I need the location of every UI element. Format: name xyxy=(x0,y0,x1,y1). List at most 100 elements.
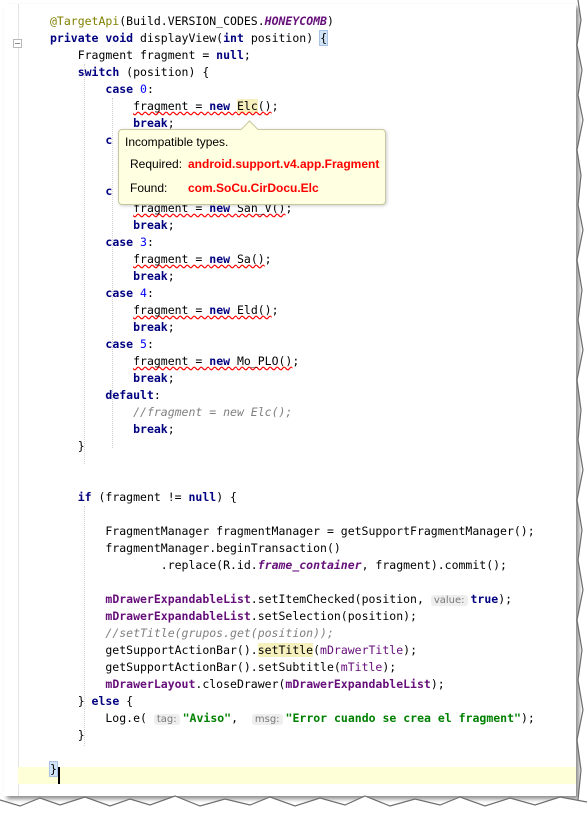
code-token: } xyxy=(49,761,58,777)
code-line[interactable]: case 0: xyxy=(50,81,154,98)
code-line[interactable]: break; xyxy=(50,268,175,285)
code-line[interactable]: switch (position) { xyxy=(50,64,210,81)
code-line[interactable]: } xyxy=(50,727,85,744)
code-token: Mo_PLO() xyxy=(236,354,293,368)
code-token: Sa() xyxy=(236,252,265,266)
code-line[interactable]: getSupportActionBar().setTitle(mDrawerTi… xyxy=(50,642,417,659)
code-line[interactable]: //fragment = new Elc(); xyxy=(50,404,292,421)
code-token: //setTitle(grupos.get(position)); xyxy=(105,626,334,640)
code-line[interactable]: fragment = new Sa(); xyxy=(50,251,272,268)
code-line[interactable]: case 4: xyxy=(50,285,154,302)
code-token: case xyxy=(105,337,141,351)
code-token: Fragment fragment = xyxy=(50,48,217,62)
code-token: ; xyxy=(167,371,175,385)
code-line[interactable]: //setTitle(grupos.get(position)); xyxy=(50,625,334,642)
code-token: if xyxy=(77,490,99,504)
code-token: .setItemChecked(position, xyxy=(250,592,431,606)
code-token: break xyxy=(133,320,168,334)
code-line[interactable]: mDrawerLayout.closeDrawer(mDrawerExpanda… xyxy=(50,676,445,693)
code-token: : xyxy=(146,235,154,249)
code-line[interactable]: .replace(R.id.frame_container, fragment)… xyxy=(50,557,507,574)
code-token: ; xyxy=(167,422,175,436)
code-line[interactable]: break; xyxy=(50,421,175,438)
code-token: (Build.VERSION_CODES. xyxy=(119,14,265,28)
code-token: : xyxy=(146,337,154,351)
code-line[interactable]: Log.e( tag: "Aviso", msg: "Error cuando se… xyxy=(50,710,535,727)
code-token: break xyxy=(133,269,168,283)
code-token: true xyxy=(470,592,499,606)
code-token: (fragment != xyxy=(98,490,189,504)
code-token: ); xyxy=(430,677,445,691)
code-line[interactable]: fragment = new Mo_PLO(); xyxy=(50,353,299,370)
code-token: new xyxy=(209,99,237,113)
found-type: com.SoCu.CirDocu.Elc xyxy=(188,181,319,195)
code-line[interactable]: case 5: xyxy=(50,336,154,353)
code-line[interactable]: c xyxy=(50,183,112,200)
code-token: mTitle xyxy=(340,660,383,674)
code-token: int xyxy=(223,31,251,45)
code-token: 4 xyxy=(140,286,147,300)
code-token: else xyxy=(91,694,127,708)
code-token: ( xyxy=(313,643,321,657)
editor-gutter[interactable] xyxy=(4,4,19,796)
code-line[interactable]: if (fragment != null) { xyxy=(50,489,237,506)
code-token: ) { xyxy=(216,490,237,504)
code-line[interactable]: } xyxy=(49,761,58,778)
code-line[interactable]: } else { xyxy=(50,693,133,710)
code-token: , fragment).commit(); xyxy=(361,558,507,572)
code-line[interactable]: fragment = new Elc(); xyxy=(50,98,279,115)
fold-collapse-icon[interactable] xyxy=(13,39,22,48)
code-line[interactable]: default: xyxy=(50,387,161,404)
code-token: ; xyxy=(167,269,175,283)
code-line[interactable]: private void displayView(int position) { xyxy=(50,30,328,47)
code-line[interactable]: fragment = new Eld(); xyxy=(50,302,278,319)
code-token: mDrawerExpandableList xyxy=(105,592,251,606)
code-token: ; xyxy=(167,320,175,334)
code-token: } xyxy=(50,439,85,453)
code-line[interactable]: Fragment fragment = null; xyxy=(50,47,251,64)
code-token: : xyxy=(153,388,161,402)
code-token: frame_container xyxy=(257,558,362,572)
code-token: @TargetApi xyxy=(50,14,120,28)
code-line[interactable]: FragmentManager fragmentManager = getSup… xyxy=(50,523,535,540)
code-token: FragmentManager fragmentManager = getSup… xyxy=(50,524,535,538)
code-token: ; xyxy=(243,48,251,62)
code-token: getSupportActionBar(). xyxy=(50,643,258,657)
code-token: fragment = xyxy=(133,354,210,368)
parameter-hint: msg: xyxy=(251,714,283,725)
code-token: ; xyxy=(264,252,272,266)
code-line[interactable]: break; xyxy=(50,217,175,234)
code-line[interactable]: getSupportActionBar().setSubtitle(mTitle… xyxy=(50,659,396,676)
code-line[interactable]: case 3: xyxy=(50,234,154,251)
code-line[interactable]: @TargetApi(Build.VERSION_CODES.HONEYCOMB… xyxy=(50,13,334,30)
code-token: : xyxy=(146,286,154,300)
code-token: .closeDrawer( xyxy=(195,677,286,691)
caret-line-highlight xyxy=(18,767,576,784)
code-token: break xyxy=(133,116,168,130)
code-token: Elc xyxy=(236,99,258,113)
code-token: c xyxy=(105,184,113,198)
code-token: fragment = xyxy=(133,303,210,317)
code-line[interactable]: break; xyxy=(50,319,175,336)
parameter-hint: tag: xyxy=(153,714,180,725)
code-line[interactable]: mDrawerExpandableList.setSelection(posit… xyxy=(50,608,417,625)
code-line[interactable]: } xyxy=(50,438,85,455)
code-line[interactable]: mDrawerExpandableList.setItemChecked(pos… xyxy=(50,591,512,608)
code-line[interactable]: c xyxy=(50,132,112,149)
code-token: .setSelection(position); xyxy=(250,609,417,623)
found-label: Found: xyxy=(130,181,168,195)
code-line[interactable]: break; xyxy=(50,370,175,387)
code-token: (position) { xyxy=(126,65,210,79)
code-line[interactable]: fragmentManager.beginTransaction() xyxy=(50,540,340,557)
code-token: ; xyxy=(271,99,279,113)
code-token: fragment = xyxy=(133,99,210,113)
